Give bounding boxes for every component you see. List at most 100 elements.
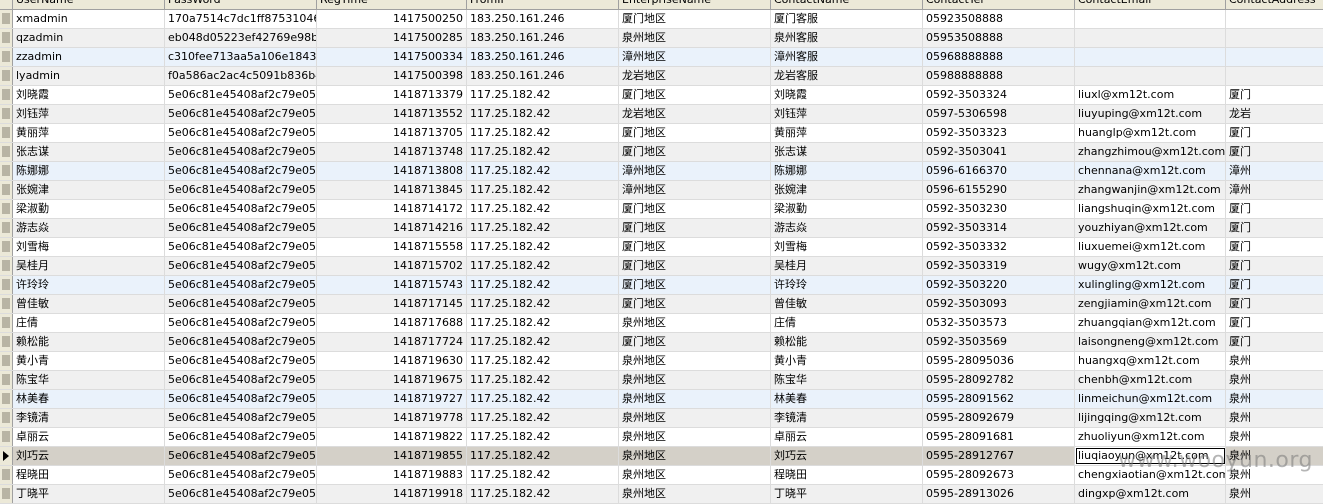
contactname-cell[interactable]: 梁淑勤	[771, 200, 923, 218]
regtime-cell[interactable]: 1418713705	[317, 124, 467, 142]
row-selector[interactable]	[0, 371, 13, 389]
contactaddress-cell[interactable]: 厦门	[1226, 314, 1323, 332]
regtime-cell[interactable]: 1418719630	[317, 352, 467, 370]
username-cell[interactable]: 赖松能	[13, 333, 165, 351]
contacttel-cell[interactable]: 0592-3503324	[923, 86, 1075, 104]
contactemail-cell[interactable]	[1075, 10, 1226, 28]
contactname-cell[interactable]: 刘巧云	[771, 447, 923, 465]
fromip-cell[interactable]: 117.25.182.42	[467, 200, 619, 218]
table-row[interactable]: 游志焱5e06c81e45408af2c79e05e1f141871421611…	[0, 219, 1323, 238]
column-header-contacttel[interactable]: ContactTel	[923, 0, 1075, 9]
table-row[interactable]: 黄小青5e06c81e45408af2c79e05e1f141871963011…	[0, 352, 1323, 371]
contactemail-cell[interactable]: dingxp@xm12t.com	[1075, 485, 1226, 503]
password-cell[interactable]: 5e06c81e45408af2c79e05e1f	[165, 428, 317, 446]
current-row-arrow-icon[interactable]	[0, 447, 13, 465]
table-row[interactable]: 李镜清5e06c81e45408af2c79e05e1f141871977811…	[0, 409, 1323, 428]
fromip-cell[interactable]: 117.25.182.42	[467, 238, 619, 256]
username-cell[interactable]: 许玲玲	[13, 276, 165, 294]
fromip-cell[interactable]: 117.25.182.42	[467, 219, 619, 237]
fromip-cell[interactable]: 183.250.161.246	[467, 67, 619, 85]
fromip-cell[interactable]: 183.250.161.246	[467, 10, 619, 28]
table-row[interactable]: 许玲玲5e06c81e45408af2c79e05e1f141871574311…	[0, 276, 1323, 295]
contactemail-cell[interactable]: chenbh@xm12t.com	[1075, 371, 1226, 389]
contacttel-cell[interactable]: 0592-3503332	[923, 238, 1075, 256]
contactname-cell[interactable]: 刘雪梅	[771, 238, 923, 256]
row-selector[interactable]	[0, 124, 13, 142]
contactname-cell[interactable]: 庄倩	[771, 314, 923, 332]
table-row[interactable]: 曾佳敏5e06c81e45408af2c79e05e1f141871714511…	[0, 295, 1323, 314]
contactemail-cell[interactable]: xulingling@xm12t.com	[1075, 276, 1226, 294]
regtime-cell[interactable]: 1418719727	[317, 390, 467, 408]
row-selector[interactable]	[0, 105, 13, 123]
contactname-cell[interactable]: 黄丽萍	[771, 124, 923, 142]
regtime-cell[interactable]: 1418713845	[317, 181, 467, 199]
username-cell[interactable]: 庄倩	[13, 314, 165, 332]
contacttel-cell[interactable]: 0595-28912767	[923, 447, 1075, 465]
contacttel-cell[interactable]: 0595-28092679	[923, 409, 1075, 427]
contactname-cell[interactable]: 刘晓霞	[771, 86, 923, 104]
contactemail-cell[interactable]: zhangwanjin@xm12t.com	[1075, 181, 1226, 199]
fromip-cell[interactable]: 117.25.182.42	[467, 428, 619, 446]
contactname-cell[interactable]: 厦门客服	[771, 10, 923, 28]
table-row[interactable]: 黄丽萍5e06c81e45408af2c79e05e1f141871370511…	[0, 124, 1323, 143]
table-row[interactable]: 张志谋5e06c81e45408af2c79e05e1f141871374811…	[0, 143, 1323, 162]
enterprisename-cell[interactable]: 厦门地区	[619, 124, 771, 142]
regtime-cell[interactable]: 1418713552	[317, 105, 467, 123]
contactname-cell[interactable]: 泉州客服	[771, 29, 923, 47]
row-selector[interactable]	[0, 200, 13, 218]
contactemail-cell[interactable]: liangshuqin@xm12t.com	[1075, 200, 1226, 218]
contacttel-cell[interactable]: 05988888888	[923, 67, 1075, 85]
password-cell[interactable]: 5e06c81e45408af2c79e05e1f	[165, 257, 317, 275]
enterprisename-cell[interactable]: 泉州地区	[619, 390, 771, 408]
username-cell[interactable]: 吴桂月	[13, 257, 165, 275]
password-cell[interactable]: 5e06c81e45408af2c79e05e1f	[165, 200, 317, 218]
contactname-cell[interactable]: 张婉津	[771, 181, 923, 199]
contactname-cell[interactable]: 吴桂月	[771, 257, 923, 275]
contacttel-cell[interactable]: 0595-28092673	[923, 466, 1075, 484]
contacttel-cell[interactable]: 0592-3503323	[923, 124, 1075, 142]
contactaddress-cell[interactable]: 厦门	[1226, 276, 1323, 294]
password-cell[interactable]: 5e06c81e45408af2c79e05e1f	[165, 333, 317, 351]
contactname-cell[interactable]: 漳州客服	[771, 48, 923, 66]
column-header-contactaddress[interactable]: ContactAddress	[1226, 0, 1323, 9]
row-selector[interactable]	[0, 181, 13, 199]
regtime-cell[interactable]: 1418713748	[317, 143, 467, 161]
row-selector[interactable]	[0, 314, 13, 332]
contactname-cell[interactable]: 刘钰萍	[771, 105, 923, 123]
table-row[interactable]: 梁淑勤5e06c81e45408af2c79e05e1f141871417211…	[0, 200, 1323, 219]
contactname-cell[interactable]: 黄小青	[771, 352, 923, 370]
regtime-cell[interactable]: 1417500250	[317, 10, 467, 28]
regtime-cell[interactable]: 1418713379	[317, 86, 467, 104]
regtime-cell[interactable]: 1418714216	[317, 219, 467, 237]
table-row[interactable]: 卓丽云5e06c81e45408af2c79e05e1f141871982211…	[0, 428, 1323, 447]
column-header-contactname[interactable]: ContactName	[771, 0, 923, 9]
username-cell[interactable]: 刘巧云	[13, 447, 165, 465]
row-selector[interactable]	[0, 295, 13, 313]
contactemail-cell[interactable]: zengjiamin@xm12t.com	[1075, 295, 1226, 313]
fromip-cell[interactable]: 117.25.182.42	[467, 276, 619, 294]
enterprisename-cell[interactable]: 厦门地区	[619, 238, 771, 256]
password-cell[interactable]: f0a586ac2ac4c5091b836b47c	[165, 67, 317, 85]
contacttel-cell[interactable]: 0595-28913026	[923, 485, 1075, 503]
contacttel-cell[interactable]: 0592-3503220	[923, 276, 1075, 294]
row-selector[interactable]	[0, 238, 13, 256]
contactname-cell[interactable]: 许玲玲	[771, 276, 923, 294]
contactemail-cell[interactable]: zhuoliyun@xm12t.com	[1075, 428, 1226, 446]
enterprisename-cell[interactable]: 泉州地区	[619, 485, 771, 503]
contactname-cell[interactable]: 赖松能	[771, 333, 923, 351]
table-row[interactable]: xmadmin 170a7514c7dc1ff87531046c8 14175002…	[0, 10, 1323, 29]
contactemail-cell[interactable]: huangxq@xm12t.com	[1075, 352, 1226, 370]
regtime-cell[interactable]: 1418715743	[317, 276, 467, 294]
contacttel-cell[interactable]: 0595-28091681	[923, 428, 1075, 446]
fromip-cell[interactable]: 117.25.182.42	[467, 333, 619, 351]
fromip-cell[interactable]: 117.25.182.42	[467, 352, 619, 370]
username-cell[interactable]: qzadmin	[13, 29, 165, 47]
column-header-username[interactable]: UserName	[13, 0, 165, 9]
contactemail-cell[interactable]: chennana@xm12t.com	[1075, 162, 1226, 180]
enterprisename-cell[interactable]: 泉州地区	[619, 466, 771, 484]
username-cell[interactable]: 张婉津	[13, 181, 165, 199]
username-cell[interactable]: 李镜清	[13, 409, 165, 427]
contactemail-cell[interactable]: zhangzhimou@xm12t.com	[1075, 143, 1226, 161]
row-selector[interactable]	[0, 86, 13, 104]
contactaddress-cell[interactable]: 厦门	[1226, 86, 1323, 104]
